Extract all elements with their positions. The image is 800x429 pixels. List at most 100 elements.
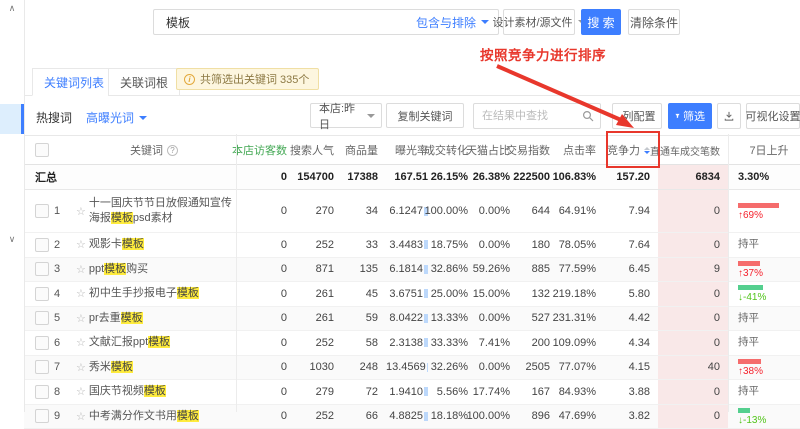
row-checkbox-cell (24, 258, 54, 282)
favorite-star-icon[interactable]: ☆ (76, 312, 86, 325)
row-checkbox[interactable] (35, 336, 49, 350)
summary-cell-tmall: 26.38% (476, 165, 518, 189)
favorite-star-icon[interactable]: ☆ (76, 361, 86, 374)
cell-trade: 2505 (518, 356, 558, 380)
cell-trend: 持平 (728, 331, 800, 355)
row-checkbox[interactable] (35, 143, 49, 157)
cell-keyword[interactable]: ☆ppt模板购买 (76, 258, 236, 282)
summary-cell-conv: 26.15% (436, 165, 476, 189)
help-icon: ? (167, 145, 178, 156)
row-checkbox[interactable] (35, 385, 49, 399)
find-in-results-box[interactable] (473, 103, 601, 129)
keyword-search-box[interactable]: 包含与排除 (153, 9, 499, 35)
trend-bar (738, 359, 761, 364)
cell-keyword[interactable]: ☆秀米模板 (76, 356, 236, 380)
download-button[interactable] (717, 103, 741, 129)
row-checkbox[interactable] (35, 409, 49, 423)
visualization-settings-button[interactable]: 可视化设置 (746, 103, 800, 129)
row-checkbox[interactable] (35, 311, 49, 325)
table-row: 2☆观影卡模板0252333.448318.75%0.00%18078.05%7… (24, 233, 800, 258)
cell-keyword[interactable]: ☆观影卡模板 (76, 233, 236, 257)
favorite-star-icon[interactable]: ☆ (76, 287, 86, 300)
cell-items: 59 (342, 307, 386, 331)
search-button[interactable]: 搜 索 (581, 9, 621, 35)
cell-visitors: 0 (236, 307, 295, 331)
cell-trade: 896 (518, 405, 558, 429)
table-row: 8☆国庆节视频模板0279721.94105.56%17.74%16784.93… (24, 380, 800, 405)
column-header-visitors[interactable]: 本店访客数 (236, 136, 295, 164)
keyword-highlight: 模板 (177, 287, 199, 299)
tab-keyword-list[interactable]: 关键词列表 (32, 68, 116, 96)
filter-button[interactable]: 筛选 (668, 103, 712, 129)
chevron-down-icon (367, 114, 375, 122)
cell-keyword[interactable]: ☆文献汇报ppt模板 (76, 331, 236, 355)
favorite-star-icon[interactable]: ☆ (76, 263, 86, 276)
cell-ztc: 0 (658, 233, 728, 257)
cell-ztc: 0 (658, 331, 728, 355)
summary-cell-compete: 157.20 (604, 165, 658, 189)
summary-cell-items: 17388 (342, 165, 386, 189)
column-header-ztc[interactable]: 直通车成交笔数 (658, 136, 728, 164)
cell-conv: 18.75% (436, 233, 476, 257)
cell-keyword[interactable]: ☆pr去重模板 (76, 307, 236, 331)
cell-keyword[interactable]: ☆中考满分作文书用模板 (76, 405, 236, 429)
cell-tmall: 0.00% (476, 233, 518, 257)
cell-trend: ↑69% (728, 190, 800, 232)
tab-related-roots[interactable]: 关联词根 (108, 68, 180, 96)
cell-items: 45 (342, 282, 386, 306)
row-number: 7 (54, 356, 76, 380)
copy-keywords-button[interactable]: 复制关键词 (386, 103, 464, 128)
cell-keyword[interactable]: ☆初中生手抄报电子模板 (76, 282, 236, 306)
cell-keyword[interactable]: ☆国庆节视频模板 (76, 380, 236, 404)
cell-exposure: 8.0422 (386, 307, 436, 331)
cell-compete: 3.88 (604, 380, 658, 404)
row-checkbox[interactable] (35, 360, 49, 374)
chevron-down-icon[interactable]: ∨ (0, 234, 24, 245)
keyword-text: ppt模板购买 (89, 262, 148, 277)
keyword-highlight: 模板 (148, 336, 170, 348)
word-type-label: 高曝光词 (86, 109, 134, 126)
scope-select[interactable]: 本店:昨日 (310, 103, 382, 128)
column-header-keyword[interactable]: 关键词? (76, 136, 236, 164)
find-in-results-input[interactable] (474, 109, 582, 123)
column-header-trend[interactable]: 7日上升 (728, 136, 800, 164)
clear-conditions-button[interactable]: 清除条件 (628, 9, 680, 35)
summary-cell-ztc: 6834 (658, 165, 728, 189)
row-checkbox[interactable] (35, 287, 49, 301)
column-header-trade[interactable]: 交易指数 (518, 136, 558, 164)
cell-ztc: 40 (658, 356, 728, 380)
cell-items: 34 (342, 190, 386, 232)
column-header-click[interactable]: 点击率 (558, 136, 604, 164)
column-config-button[interactable]: 列配置 (612, 103, 662, 129)
chevron-up-icon[interactable]: ∧ (0, 3, 24, 14)
row-checkbox[interactable] (35, 204, 49, 218)
favorite-star-icon[interactable]: ☆ (76, 336, 86, 349)
cell-keyword[interactable]: ☆十一国庆节节日放假通知宣传海报模板psd素材 (76, 190, 236, 232)
row-checkbox[interactable] (35, 238, 49, 252)
keyword-highlight: 模板 (111, 361, 133, 373)
favorite-star-icon[interactable]: ☆ (76, 385, 86, 398)
keyword-search-input[interactable] (154, 15, 416, 29)
summary-cell-visitors: 0 (236, 165, 295, 189)
cell-click: 219.18% (558, 282, 604, 306)
row-checkbox[interactable] (35, 262, 49, 276)
column-header-items[interactable]: 商品量 (342, 136, 386, 164)
cell-tmall: 100.00% (476, 405, 518, 429)
row-checkbox-cell (24, 331, 54, 355)
row-number: 2 (54, 233, 76, 257)
trend-label: 持平 (738, 313, 759, 324)
favorite-star-icon[interactable]: ☆ (76, 205, 86, 218)
search-section: 包含与排除 设计素材/源文件 搜 索 清除条件 按照竞争力进行排序 (24, 0, 800, 62)
row-checkbox-cell (24, 233, 54, 257)
sidebar-active-item[interactable] (0, 104, 21, 134)
include-exclude-dropdown[interactable]: 包含与排除 (416, 14, 498, 31)
category-dropdown[interactable]: 设计素材/源文件 (503, 9, 575, 35)
cell-items: 72 (342, 380, 386, 404)
favorite-star-icon[interactable]: ☆ (76, 238, 86, 251)
cell-compete: 5.80 (604, 282, 658, 306)
column-header-search[interactable]: 搜索人气 (295, 136, 342, 164)
cell-ztc: 0 (658, 190, 728, 232)
cell-trade: 885 (518, 258, 558, 282)
word-type-dropdown[interactable]: 高曝光词 (86, 109, 147, 126)
summary-cell-exposure: 167.51 (386, 165, 436, 189)
